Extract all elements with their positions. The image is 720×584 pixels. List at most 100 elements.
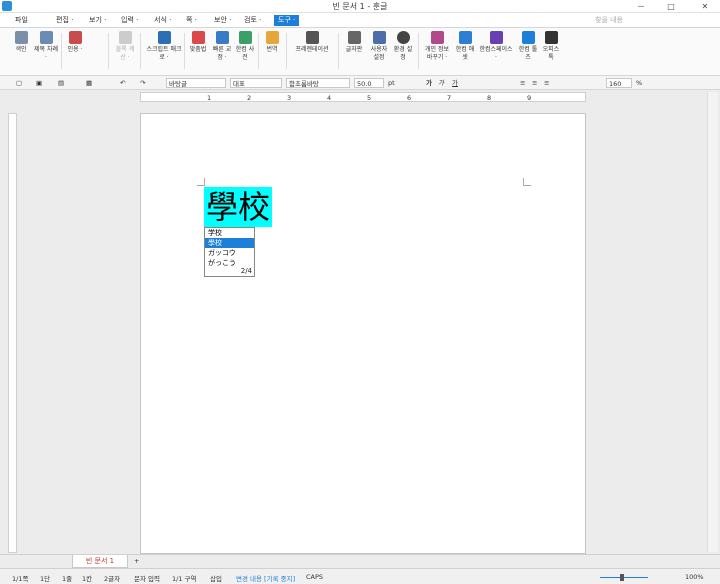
menu-format[interactable]: 서식 · <box>154 15 171 26</box>
crop-mark <box>523 178 531 186</box>
candidate-item[interactable]: ガッコウ <box>205 248 254 258</box>
menu-file[interactable]: 파일 <box>15 15 28 26</box>
ruler-mark: 5 <box>367 94 372 102</box>
status-col: 1칸 <box>82 575 93 583</box>
quick-correct-button[interactable]: 빠른 교정 · <box>212 31 232 62</box>
candidate-page: 2/4 <box>240 267 252 275</box>
save-icon[interactable]: ▤ <box>58 78 64 88</box>
office-talk-button[interactable]: 오피스 톡 <box>541 31 561 62</box>
tools-button[interactable]: 한컴 툴즈 <box>518 31 538 62</box>
font-size-input[interactable]: 50.0 <box>354 78 384 88</box>
zoom-slider-handle[interactable] <box>620 574 624 581</box>
close-button[interactable]: ✕ <box>694 0 716 13</box>
menu-security[interactable]: 보안 · <box>214 15 231 26</box>
spellcheck-button[interactable]: 맞춤법 <box>187 31 209 54</box>
ribbon-separator <box>338 33 339 69</box>
gear-icon <box>396 31 410 44</box>
ribbon: 색인 제목 차례 · 인용 · 블록 계산 · 스크립트 매크로 · 맞춤법 빠… <box>0 28 720 76</box>
title-bar: 빈 문서 1 - 훈글 － □ ✕ <box>0 0 720 13</box>
status-bar: 1/1쪽 1단 1줄 1칸 2글자 문자 입력 1/1 구역 삽입 변경 내용 … <box>0 568 720 584</box>
dictionary-button[interactable]: 한컴 사전 <box>235 31 255 62</box>
document-page[interactable]: 學校 学校 學校 ガッコウ がっこう 2/4 <box>140 113 586 554</box>
keyboard-button[interactable]: 글자판 <box>344 31 364 54</box>
candidate-item-selected[interactable]: 學校 <box>205 238 254 248</box>
citation-button[interactable]: 인용 · <box>64 31 86 54</box>
block-calc-button[interactable]: 블록 계산 · <box>114 31 136 62</box>
align-left-icon[interactable]: ≡ <box>520 78 525 88</box>
add-tab-button[interactable]: + <box>134 556 139 566</box>
horizontal-ruler[interactable]: 1 2 3 4 5 6 7 8 9 <box>140 92 586 102</box>
redo-icon[interactable]: ↷ <box>140 78 145 88</box>
asset-button[interactable]: 한컴 애셋 <box>455 31 475 62</box>
presentation-button[interactable]: 프레젠테이션 <box>292 31 332 54</box>
zoom-slider[interactable] <box>600 577 648 578</box>
hancomspace-button[interactable]: 한컴스페이스 · <box>478 31 514 62</box>
status-insert[interactable]: 삽입 <box>210 573 222 583</box>
ruler-mark: 7 <box>447 94 452 102</box>
hanja-candidate-list: 学校 學校 ガッコウ がっこう 2/4 <box>204 227 255 277</box>
toc-icon <box>39 31 53 44</box>
align-right-icon[interactable]: ≡ <box>544 78 549 88</box>
translate-button[interactable]: 번역 <box>262 31 282 54</box>
dictionary-icon <box>238 31 252 44</box>
underline-button[interactable]: 가 <box>452 78 458 88</box>
user-settings-button[interactable]: 사용자 설정 <box>368 31 390 62</box>
menu-insert[interactable]: 입력 · <box>121 15 138 26</box>
font-size-unit: pt <box>388 79 395 87</box>
citation-icon <box>68 31 82 44</box>
toc-button[interactable]: 제목 차례 · <box>34 31 58 62</box>
ruler-mark: 1 <box>207 94 212 102</box>
status-track-changes[interactable]: 변경 내용 [기록 중지] <box>236 573 295 583</box>
vertical-ruler[interactable] <box>8 113 17 553</box>
print-icon[interactable]: ▦ <box>86 78 92 88</box>
index-button[interactable]: 색인 <box>10 31 32 54</box>
ribbon-separator <box>140 33 141 69</box>
status-section: 1단 <box>40 575 51 583</box>
ruler-mark: 6 <box>407 94 412 102</box>
env-settings-button[interactable]: 환경 설정 <box>393 31 413 62</box>
menu-page[interactable]: 쪽 · <box>186 15 197 26</box>
minimize-button[interactable]: － <box>630 0 652 13</box>
window-title: 빈 문서 1 - 훈글 <box>332 2 388 11</box>
candidate-item[interactable]: 学校 <box>205 228 254 238</box>
user-settings-icon <box>372 31 386 44</box>
menu-edit[interactable]: 편집 · <box>56 15 73 26</box>
bold-button[interactable]: 가 <box>426 78 432 88</box>
menu-view[interactable]: 보기 · <box>89 15 106 26</box>
translate-icon <box>265 31 279 44</box>
crop-mark <box>197 178 205 186</box>
ribbon-separator <box>61 33 62 69</box>
ruler-mark: 8 <box>487 94 492 102</box>
document-tab-bar: 빈 문서 1 + <box>0 554 720 568</box>
ribbon-separator <box>258 33 259 69</box>
zoom-input[interactable]: 160 <box>606 78 632 88</box>
asset-icon <box>458 31 472 44</box>
new-doc-icon[interactable]: ▢ <box>16 78 22 88</box>
undo-icon[interactable]: ↶ <box>120 78 125 88</box>
search-input[interactable]: 찾을 내용 <box>595 15 623 25</box>
selected-text[interactable]: 學校 <box>204 187 273 227</box>
vertical-scrollbar[interactable] <box>707 92 718 552</box>
presentation-icon <box>305 31 319 44</box>
style-select[interactable]: 바탕글 <box>166 78 226 88</box>
lang-select[interactable]: 대표 <box>230 78 282 88</box>
italic-button[interactable]: 가 <box>438 78 444 88</box>
status-zoom: 100% <box>685 573 704 581</box>
quick-correct-icon <box>215 31 229 44</box>
tab-document-1[interactable]: 빈 문서 1 <box>72 555 128 568</box>
menu-review[interactable]: 검토 · <box>244 15 261 26</box>
menu-tools[interactable]: 도구 · <box>274 15 300 26</box>
status-page: 1/1쪽 <box>12 575 29 583</box>
script-macro-icon <box>157 31 171 44</box>
restore-button[interactable]: □ <box>660 0 682 13</box>
align-center-icon[interactable]: ≡ <box>532 78 537 88</box>
block-calc-icon <box>118 31 132 44</box>
status-chars: 2글자 <box>104 575 121 583</box>
status-line: 1줄 <box>62 575 73 583</box>
script-macro-button[interactable]: 스크립트 매크로 · <box>146 31 182 62</box>
privacy-button[interactable]: 개인 정보 바꾸기 · <box>422 31 452 62</box>
privacy-icon <box>430 31 444 44</box>
font-select[interactable]: 함초롬바탕 <box>286 78 350 88</box>
ribbon-separator <box>184 33 185 69</box>
open-icon[interactable]: ▣ <box>36 78 42 88</box>
